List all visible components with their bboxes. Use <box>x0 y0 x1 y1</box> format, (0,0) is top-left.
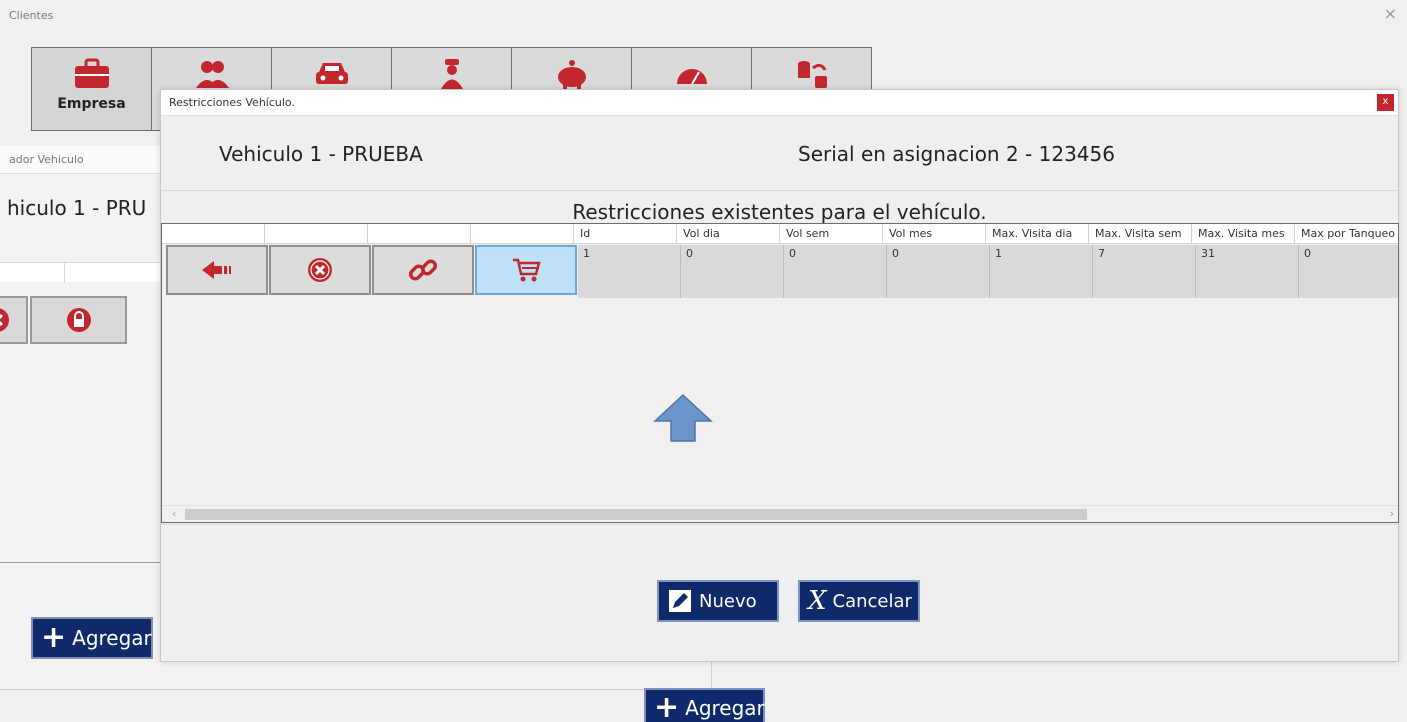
cell-vol-mes: 0 <box>887 245 990 298</box>
grid-header-cell <box>368 224 471 244</box>
dialog-vehicle: Vehiculo 1 - PRUEBA <box>219 142 423 166</box>
briefcase-icon <box>74 58 109 88</box>
dialog-close-button[interactable]: x <box>1377 94 1394 111</box>
vehicle-assigner-row <box>0 296 127 344</box>
dialog-divider <box>161 524 1398 525</box>
grid-header-id[interactable]: Id <box>574 224 677 244</box>
win2-agregar-button[interactable]: + Agregar <box>31 617 153 659</box>
cart-icon <box>513 258 541 282</box>
grid-header-vol-sem[interactable]: Vol sem <box>780 224 883 244</box>
grid-header-vol-dia[interactable]: Vol dia <box>677 224 780 244</box>
nuevo-label: Nuevo <box>699 590 757 612</box>
grid-header-max-visita-dia[interactable]: Max. Visita dia <box>986 224 1089 244</box>
vehicle-assigner-delete-button[interactable] <box>0 296 28 344</box>
lock-icon <box>66 308 91 332</box>
scrollbar-thumb[interactable] <box>185 509 1087 520</box>
back-arrow-icon <box>202 261 231 279</box>
cell-max-visita-sem: 7 <box>1093 245 1196 298</box>
dialog-title: Restricciones Vehículo. <box>169 96 295 109</box>
delete-icon <box>0 308 9 332</box>
win2-agregar-label: Agregar <box>72 626 152 650</box>
scroll-left-icon[interactable]: ‹ <box>172 507 176 520</box>
grid-header-max-visita-sem[interactable]: Max. Visita sem <box>1089 224 1192 244</box>
cell-id: 1 <box>578 245 681 298</box>
grid-header-cell <box>162 224 265 244</box>
grid-header-row: Id Vol dia Vol sem Vol mes Max. Visita d… <box>162 224 1398 244</box>
back-button[interactable] <box>166 245 268 295</box>
grid-header-vol-mes[interactable]: Vol mes <box>883 224 986 244</box>
restrictions-dialog: Restricciones Vehículo. x Vehiculo 1 - P… <box>160 89 1399 662</box>
restrictions-grid: Id Vol dia Vol sem Vol mes Max. Visita d… <box>161 223 1399 523</box>
cell-max-tanqueo: 0 <box>1299 245 1398 298</box>
main-agregar-button[interactable]: + Agregar <box>644 688 765 722</box>
users-icon <box>195 61 229 88</box>
restrictions-heading: Restricciones existentes para el vehícul… <box>572 200 987 224</box>
cancel-x-icon: X <box>808 586 827 616</box>
up-arrow-icon <box>653 393 713 442</box>
close-icon[interactable]: × <box>1384 4 1397 23</box>
cancelar-button[interactable]: X Cancelar <box>798 580 920 622</box>
link-button[interactable] <box>372 245 474 295</box>
nuevo-button[interactable]: Nuevo <box>657 580 779 622</box>
dialog-serial: Serial en asignacion 2 - 123456 <box>798 142 1115 166</box>
plus-icon: + <box>654 690 680 722</box>
grid-header-cell <box>471 224 574 244</box>
plus-icon: + <box>41 620 67 655</box>
horizontal-scrollbar[interactable]: ‹ › <box>162 505 1398 522</box>
car-icon <box>315 63 348 84</box>
cancelar-label: Cancelar <box>832 590 912 612</box>
grid-header-max-visita-mes[interactable]: Max. Visita mes <box>1192 224 1295 244</box>
driver-icon <box>440 59 463 89</box>
window-title: Clientes <box>9 9 54 22</box>
scroll-right-icon[interactable]: › <box>1390 507 1394 520</box>
fuel-transfer-icon <box>797 61 827 88</box>
delete-icon <box>308 258 332 282</box>
grid-header-max-tanqueo[interactable]: Max por Tanqueo <box>1295 224 1398 244</box>
cart-button[interactable] <box>475 245 577 295</box>
vehicle-assigner-vehicle: hiculo 1 - PRU <box>7 196 147 220</box>
toolbar-empresa-label: Empresa <box>57 96 126 112</box>
piggy-bank-icon <box>557 60 586 89</box>
toolbar-empresa-button[interactable]: Empresa <box>31 47 152 131</box>
table-row: 1 0 0 0 1 7 31 0 <box>166 245 1398 298</box>
grid-header-cell <box>265 224 368 244</box>
dialog-titlebar: Restricciones Vehículo. x <box>161 90 1398 116</box>
cell-max-visita-dia: 1 <box>990 245 1093 298</box>
cell-max-visita-mes: 31 <box>1196 245 1299 298</box>
vehicle-assigner-lock-button[interactable] <box>30 296 127 344</box>
gauge-icon <box>676 69 707 85</box>
main-agregar-label: Agregar <box>685 696 765 720</box>
delete-button[interactable] <box>269 245 371 295</box>
cell-vol-sem: 0 <box>784 245 887 298</box>
edit-icon <box>669 590 691 612</box>
dialog-header: Vehiculo 1 - PRUEBA Serial en asignacion… <box>161 116 1398 191</box>
link-icon <box>408 259 438 281</box>
cell-vol-dia: 0 <box>681 245 784 298</box>
